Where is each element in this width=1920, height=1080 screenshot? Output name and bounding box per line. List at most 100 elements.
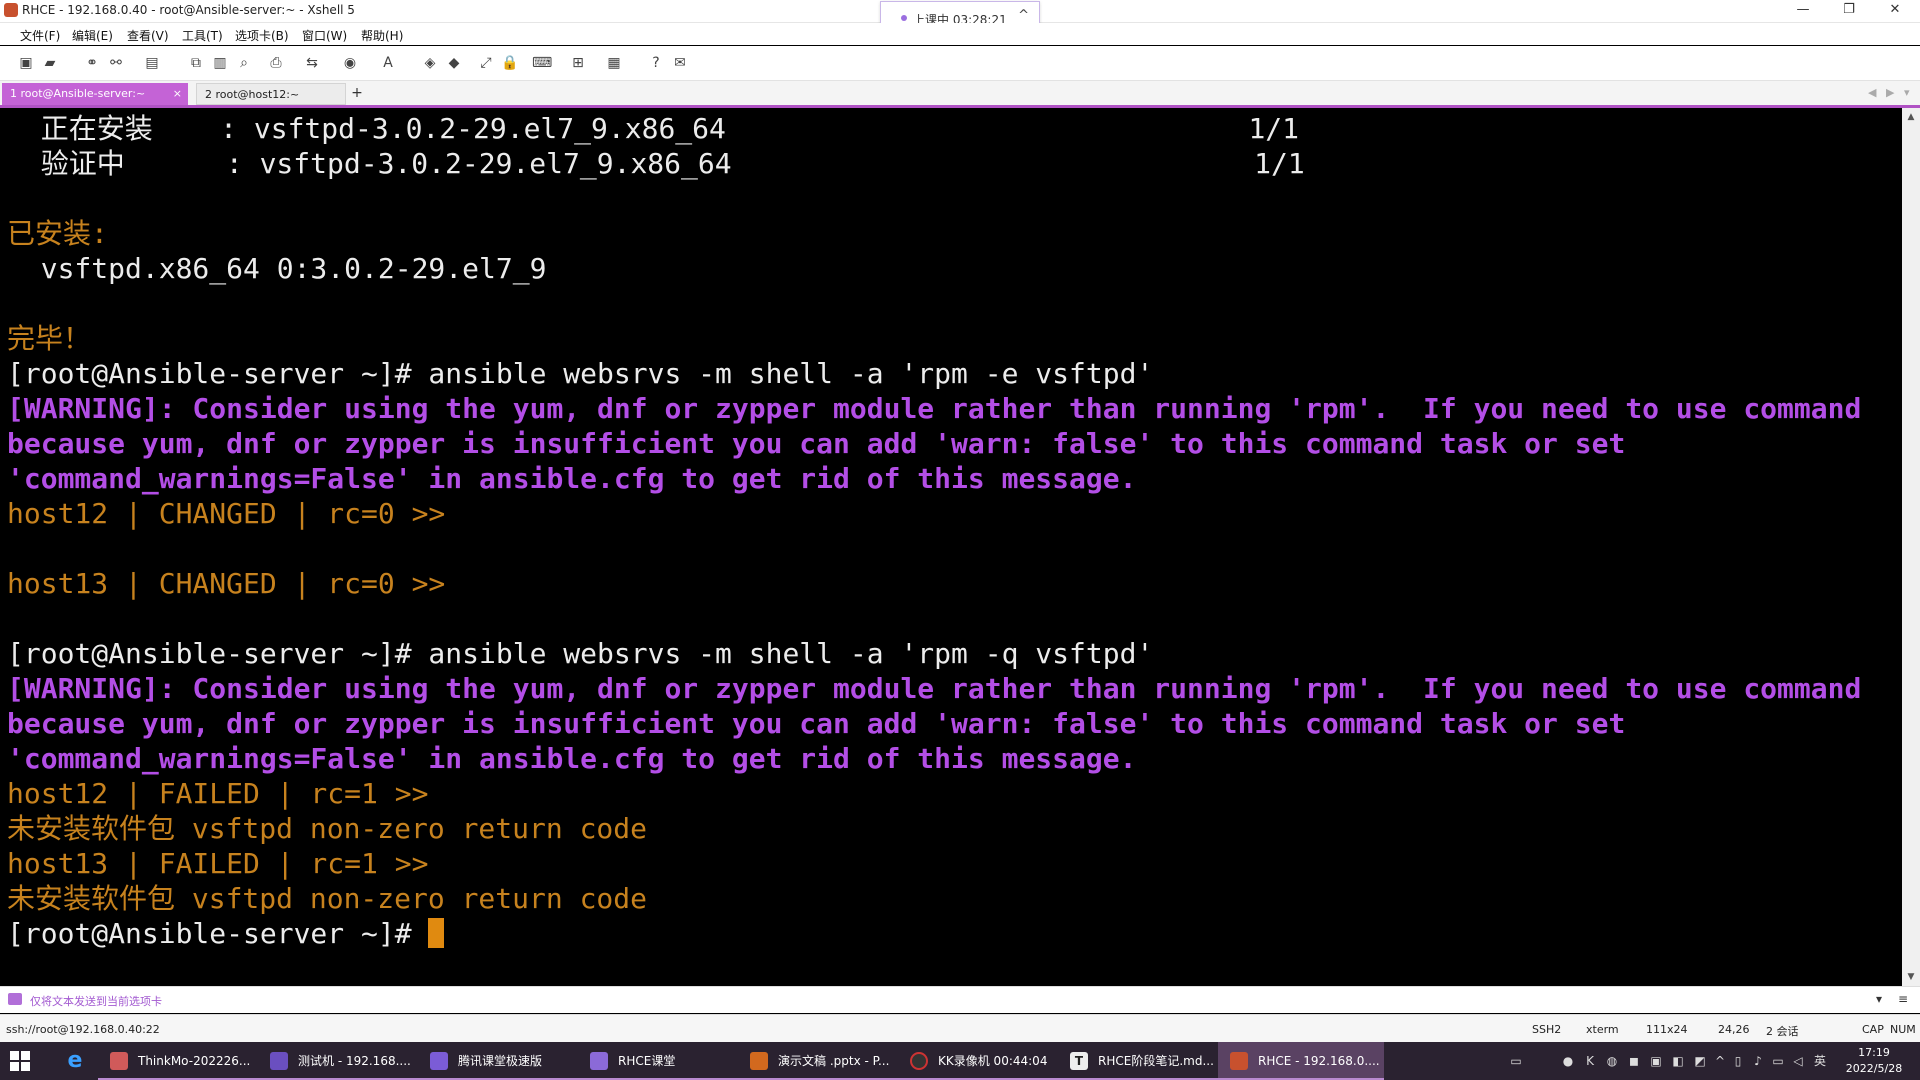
clock-date: 2022/5/28 — [1845, 1062, 1903, 1075]
disconnect-icon[interactable]: ⚯ — [106, 53, 126, 73]
volume-icon[interactable]: ◁ — [1790, 1053, 1806, 1069]
status-bar: ssh://root@192.168.0.40:22 SSH2 xterm 11… — [0, 1014, 1920, 1043]
keyboard-icon[interactable]: ⌨ — [532, 53, 552, 73]
terminal-command-line: [root@Ansible-server ~]# ansible websrvs… — [7, 637, 1154, 670]
battery-icon[interactable]: ▯ — [1730, 1053, 1746, 1069]
menu-file[interactable]: 文件(F) — [20, 27, 60, 44]
new-tab-button[interactable]: + — [348, 84, 366, 102]
send-to-tab-icon[interactable] — [8, 993, 22, 1005]
menu-edit[interactable]: 编辑(E) — [72, 27, 113, 44]
new-session-icon[interactable]: ▣ — [16, 53, 36, 73]
menu-view[interactable]: 查看(V) — [127, 27, 169, 44]
tab-scroll-left-icon[interactable]: ◀ — [1868, 86, 1876, 99]
taskbar-item-label: 腾讯课堂极速版 — [458, 1054, 543, 1068]
tab-host12[interactable]: 2 root@host12:~ — [196, 83, 346, 105]
menu-help[interactable]: 帮助(H) — [361, 27, 403, 44]
globe-icon[interactable]: ◉ — [340, 53, 360, 73]
tab-ansible-server[interactable]: 1 root@Ansible-server:~ × — [2, 83, 188, 105]
copy-icon[interactable]: ⧉ — [186, 53, 206, 73]
taskbar-item-test-vm[interactable]: 测试机 - 192.168.... — [258, 1042, 418, 1080]
thinkmo-app-icon — [110, 1052, 128, 1070]
tab-close-icon[interactable]: × — [173, 83, 182, 105]
kk-tray-icon[interactable]: K — [1582, 1053, 1598, 1069]
tab-ansible-server-label: 1 root@Ansible-server:~ — [10, 87, 146, 100]
terminal-size: 111x24 — [1646, 1023, 1688, 1036]
recording-dot-icon — [901, 15, 907, 21]
terminal-result-line: host13 | FAILED | rc=1 >> — [7, 847, 429, 880]
system-clock[interactable]: 17:19 2022/5/28 — [1836, 1045, 1912, 1077]
window-title: RHCE - 192.168.0.40 - root@Ansible-serve… — [22, 3, 355, 17]
connect-icon[interactable]: ⚭ — [82, 53, 102, 73]
taskbar-item-powerpoint[interactable]: 演示文稿 .pptx - P... — [738, 1042, 898, 1080]
terminal-prompt-line[interactable]: [root@Ansible-server ~]# — [7, 916, 445, 951]
tab-scroll-right-icon[interactable]: ▶ — [1886, 86, 1894, 99]
input-method-indicator[interactable]: 英 — [1812, 1053, 1828, 1069]
terminal-result-line: host13 | CHANGED | rc=0 >> — [7, 567, 446, 600]
edge-browser-icon[interactable]: e — [62, 1048, 88, 1074]
xshell-app-icon — [1230, 1052, 1248, 1070]
terminal-warning-line: 'command_warnings=False' in ansible.cfg … — [7, 462, 1137, 495]
show-hidden-icons-icon[interactable]: ^ — [1712, 1053, 1728, 1069]
transfer-icon[interactable]: ⇆ — [302, 53, 322, 73]
print-icon[interactable]: ⎙ — [266, 53, 286, 73]
tencent-classroom-icon — [430, 1052, 448, 1070]
fullscreen-icon[interactable]: ⤢ — [476, 53, 496, 73]
tray-app-icon[interactable]: ◧ — [1670, 1053, 1686, 1069]
microphone-icon[interactable]: ♪ — [1750, 1053, 1766, 1069]
terminal-warning-line: [WARNING]: Consider using the yum, dnf o… — [7, 392, 1862, 425]
layout-icon[interactable]: ▦ — [604, 53, 624, 73]
terminal-warning-line: because yum, dnf or zypper is insufficie… — [7, 707, 1626, 740]
scroll-up-icon[interactable]: ▲ — [1902, 112, 1920, 122]
terminal-line: vsftpd.x86_64 0:3.0.2-29.el7_9 — [7, 252, 547, 285]
menu-tabs[interactable]: 选项卡(B) — [235, 27, 289, 44]
properties-icon[interactable]: ▤ — [142, 53, 162, 73]
session-tab-bar: 1 root@Ansible-server:~ × 2 root@host12:… — [0, 81, 1920, 108]
terminal-output[interactable]: 正在安装 : vsftpd-3.0.2-29.el7_9.x86_64 1/1 … — [0, 108, 1902, 986]
taskbar-item-rhce-class[interactable]: RHCE课堂 — [578, 1042, 738, 1080]
chat-icon[interactable]: ✉ — [670, 53, 690, 73]
send-menu-icon[interactable]: ≡ — [1898, 992, 1908, 1006]
app-tray-icon[interactable]: ● — [1560, 1053, 1576, 1069]
taskbar-item-typora-notes[interactable]: T RHCE阶段笔记.md... — [1058, 1042, 1218, 1080]
collapse-caret-icon[interactable]: ^ — [1018, 8, 1029, 23]
open-folder-icon[interactable]: ▰ — [40, 53, 60, 73]
taskbar-item-label: KK录像机 00:44:04 — [938, 1054, 1048, 1068]
send-options-dropdown-icon[interactable]: ▾ — [1876, 992, 1882, 1006]
tray-app-icon[interactable]: ◍ — [1604, 1053, 1620, 1069]
menu-bar: 文件(F) 编辑(E) 查看(V) 工具(T) 选项卡(B) 窗口(W) 帮助(… — [0, 23, 1920, 45]
paste-icon[interactable]: ▥ — [210, 53, 230, 73]
tab-list-icon[interactable]: ▾ — [1904, 86, 1910, 99]
menu-tools[interactable]: 工具(T) — [182, 27, 223, 44]
tray-app-icon[interactable]: ◩ — [1692, 1053, 1708, 1069]
restore-button[interactable]: ❐ — [1830, 0, 1868, 22]
taskbar-item-xshell-rhce[interactable]: RHCE - 192.168.0.... — [1218, 1042, 1384, 1080]
terminal-type: xterm — [1586, 1023, 1619, 1036]
windows-start-icon[interactable] — [10, 1051, 30, 1071]
num-lock-indicator: NUM — [1890, 1023, 1916, 1036]
font-icon[interactable]: A — [378, 53, 398, 73]
menu-window[interactable]: 窗口(W) — [302, 27, 347, 44]
taskbar-item-label: ThinkMo-202226... — [138, 1054, 251, 1068]
scroll-down-icon[interactable]: ▼ — [1902, 972, 1920, 982]
xmanager-icon[interactable]: ◆ — [444, 53, 464, 73]
windows-taskbar: e ThinkMo-202226... 测试机 - 192.168.... 腾讯… — [0, 1042, 1920, 1080]
tray-app-icon[interactable]: ▣ — [1648, 1053, 1664, 1069]
caps-lock-indicator: CAP — [1862, 1023, 1884, 1036]
close-button[interactable]: ✕ — [1876, 0, 1914, 22]
powerpoint-icon — [750, 1052, 768, 1070]
xftp-icon[interactable]: ◈ — [420, 53, 440, 73]
find-icon[interactable]: ⌕ — [234, 53, 254, 73]
minimize-button[interactable]: — — [1784, 0, 1822, 22]
tray-app-icon[interactable]: ◼ — [1626, 1053, 1642, 1069]
lock-icon[interactable]: 🔒 — [500, 53, 520, 73]
network-icon[interactable]: ▭ — [1770, 1053, 1786, 1069]
add-tab-icon[interactable]: ⊞ — [568, 53, 588, 73]
send-scope-label[interactable]: 仅将文本发送到当前选项卡 — [30, 993, 162, 1009]
taskbar-item-tencent-classroom[interactable]: 腾讯课堂极速版 — [418, 1042, 578, 1080]
help-icon[interactable]: ? — [646, 53, 666, 73]
taskbar-item-thinkmo[interactable]: ThinkMo-202226... — [98, 1042, 258, 1080]
terminal-scrollbar[interactable]: ▲ ▼ — [1902, 108, 1920, 986]
notification-chat-icon[interactable]: ▭ — [1508, 1053, 1524, 1069]
terminal-warning-line: [WARNING]: Consider using the yum, dnf o… — [7, 672, 1862, 705]
taskbar-item-kk-recorder[interactable]: KK录像机 00:44:04 — [898, 1042, 1058, 1080]
